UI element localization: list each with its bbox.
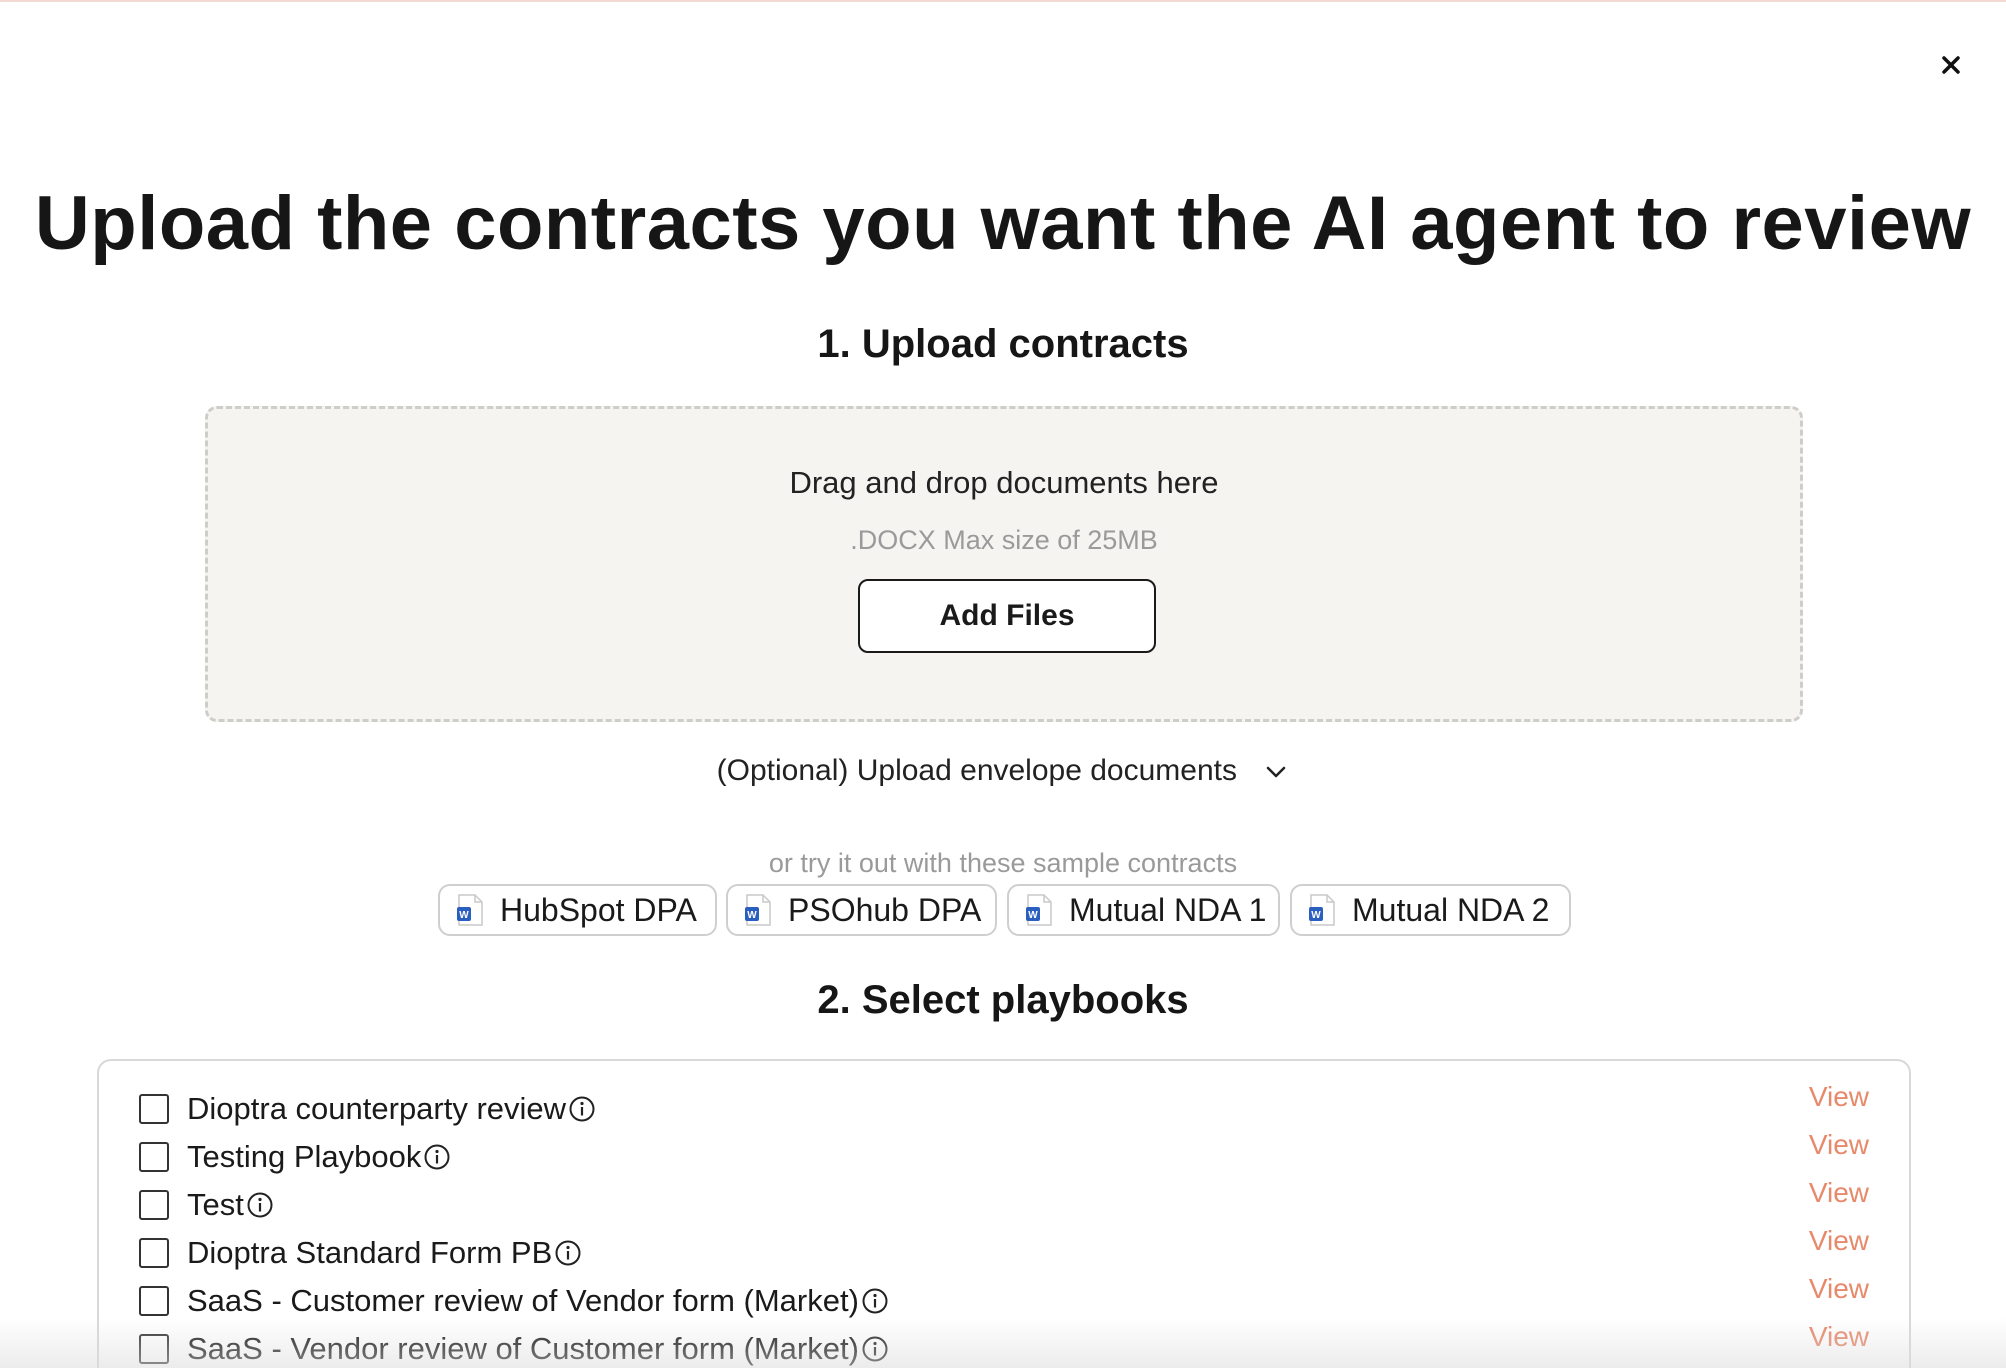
playbook-checkbox[interactable] bbox=[139, 1142, 169, 1172]
upload-modal: Upload the contracts you want the AI age… bbox=[0, 0, 2006, 1368]
info-icon[interactable] bbox=[423, 1143, 451, 1171]
sample-contract-mutual-nda-1[interactable]: W Mutual NDA 1 bbox=[1007, 884, 1280, 936]
word-document-icon: W bbox=[1308, 894, 1336, 926]
sample-contract-label: HubSpot DPA bbox=[500, 891, 697, 928]
sample-contract-psohub-dpa[interactable]: W PSOhub DPA bbox=[726, 884, 997, 936]
playbook-view-link[interactable]: View bbox=[1809, 1177, 1869, 1209]
playbook-label: Dioptra Standard Form PB bbox=[187, 1235, 553, 1270]
word-document-icon: W bbox=[1025, 894, 1053, 926]
optional-envelope-toggle[interactable]: (Optional) Upload envelope documents bbox=[0, 754, 2006, 788]
playbook-checkbox[interactable] bbox=[139, 1286, 169, 1316]
playbook-view-link[interactable]: View bbox=[1809, 1129, 1869, 1161]
playbook-checkbox[interactable] bbox=[139, 1334, 169, 1364]
info-icon[interactable] bbox=[568, 1095, 596, 1123]
sample-contracts-caption: or try it out with these sample contract… bbox=[768, 848, 1238, 878]
file-dropzone[interactable]: Drag and drop documents here .DOCX Max s… bbox=[205, 406, 1803, 722]
upload-section-title: 1. Upload contracts bbox=[817, 322, 1189, 366]
playbook-row: Dioptra counterparty review View bbox=[139, 1081, 1869, 1129]
svg-text:W: W bbox=[1311, 910, 1321, 921]
dropzone-text: Drag and drop documents here bbox=[789, 465, 1219, 500]
playbook-label: Dioptra counterparty review bbox=[187, 1091, 567, 1126]
playbook-label: Test bbox=[187, 1187, 244, 1222]
sample-contract-label: PSOhub DPA bbox=[788, 891, 982, 928]
word-document-icon: W bbox=[456, 894, 484, 926]
sample-contract-label: Mutual NDA 1 bbox=[1069, 891, 1267, 928]
playbook-view-link[interactable]: View bbox=[1809, 1225, 1869, 1257]
playbook-list: Dioptra counterparty review View Testing… bbox=[97, 1059, 1911, 1368]
dropzone-hint: .DOCX Max size of 25MB bbox=[850, 525, 1158, 555]
playbook-view-link[interactable]: View bbox=[1809, 1273, 1869, 1305]
playbook-label: Testing Playbook bbox=[187, 1139, 422, 1174]
info-icon[interactable] bbox=[554, 1239, 582, 1267]
playbook-view-link[interactable]: View bbox=[1809, 1081, 1869, 1113]
info-icon[interactable] bbox=[861, 1287, 889, 1315]
playbook-checkbox[interactable] bbox=[139, 1094, 169, 1124]
add-files-button[interactable]: Add Files bbox=[858, 579, 1156, 653]
sample-contract-mutual-nda-2[interactable]: W Mutual NDA 2 bbox=[1290, 884, 1571, 936]
chevron-down-icon bbox=[1267, 766, 1286, 778]
playbook-label: SaaS - Vendor review of Customer form (M… bbox=[187, 1331, 859, 1366]
playbook-row: Dioptra Standard Form PB View bbox=[139, 1225, 1869, 1273]
word-document-icon: W bbox=[744, 894, 772, 926]
info-icon[interactable] bbox=[861, 1335, 889, 1363]
playbooks-section-title: 2. Select playbooks bbox=[817, 978, 1189, 1022]
close-icon bbox=[1942, 56, 1960, 74]
info-icon[interactable] bbox=[246, 1191, 274, 1219]
playbook-checkbox[interactable] bbox=[139, 1238, 169, 1268]
playbook-row: SaaS - Vendor review of Customer form (M… bbox=[139, 1321, 1869, 1368]
svg-text:W: W bbox=[459, 910, 469, 921]
playbook-label: SaaS - Customer review of Vendor form (M… bbox=[187, 1283, 859, 1318]
playbook-checkbox[interactable] bbox=[139, 1190, 169, 1220]
svg-text:W: W bbox=[747, 910, 757, 921]
playbook-row: Testing Playbook View bbox=[139, 1129, 1869, 1177]
playbook-row: SaaS - Customer review of Vendor form (M… bbox=[139, 1273, 1869, 1321]
playbook-row: Test View bbox=[139, 1177, 1869, 1225]
playbook-view-link[interactable]: View bbox=[1809, 1321, 1869, 1353]
svg-text:W: W bbox=[1028, 910, 1038, 921]
page-title: Upload the contracts you want the AI age… bbox=[34, 181, 1972, 266]
sample-contract-hubspot-dpa[interactable]: W HubSpot DPA bbox=[438, 884, 717, 936]
sample-contract-label: Mutual NDA 2 bbox=[1352, 891, 1550, 928]
optional-envelope-label: (Optional) Upload envelope documents bbox=[716, 754, 1237, 787]
close-button[interactable] bbox=[1934, 48, 1968, 82]
